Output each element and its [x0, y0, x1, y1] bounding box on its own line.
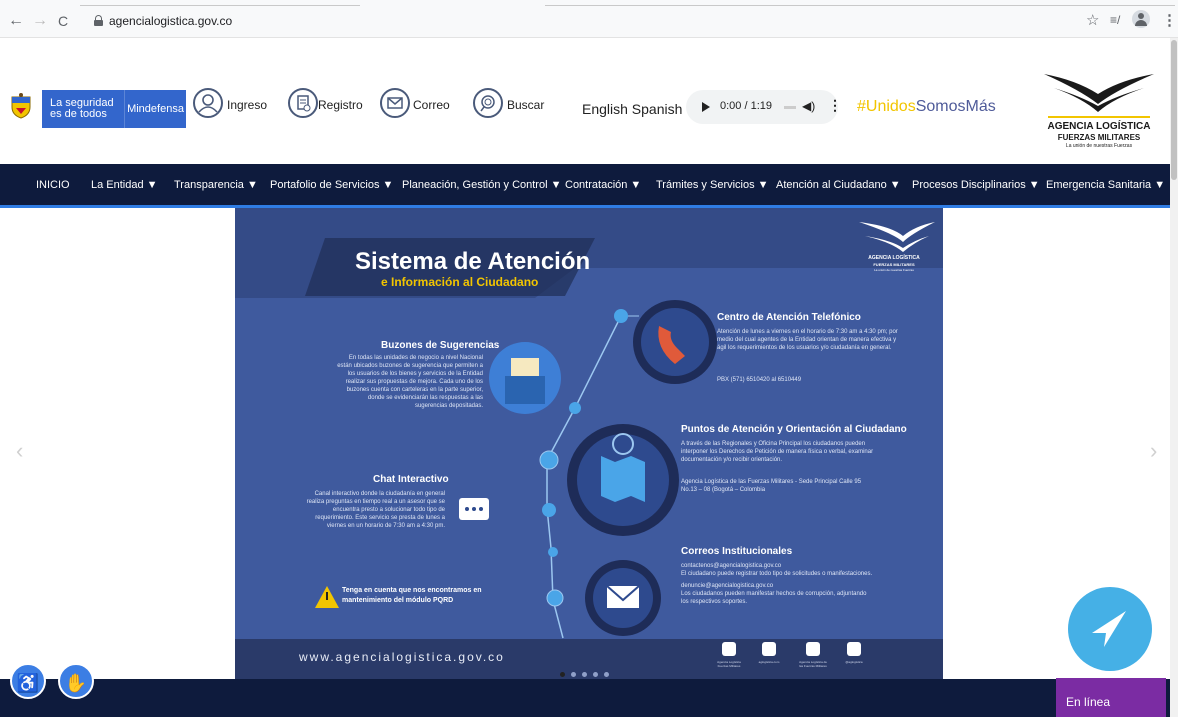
maintenance-warning: Tenga en cuenta que nos encontramos en m… — [342, 587, 482, 604]
wings-logo-icon — [1044, 74, 1154, 118]
twitter-icon — [722, 642, 736, 656]
nav-item-planeacion[interactable]: Planeación, Gestión y Control ▼ — [402, 179, 561, 191]
instagram-icon — [762, 642, 776, 656]
banner-subtitle: e Información al Ciudadano — [381, 275, 539, 289]
nav-item-la-entidad[interactable]: La Entidad ▼ — [91, 179, 158, 191]
send-arrow-icon — [1092, 611, 1126, 647]
social-label-4: @aglogistica — [845, 660, 863, 664]
tab-strip — [0, 0, 1178, 9]
nav-item-inicio[interactable]: INICIO — [36, 179, 70, 191]
logo-line1: AGENCIA LOGÍSTICA — [1047, 121, 1151, 132]
nav-item-disciplinarios[interactable]: Procesos Disciplinarios ▼ — [912, 179, 1040, 191]
gov-slogan-line2: es de todos — [50, 108, 107, 120]
reading-list-icon[interactable]: ≡/ — [1110, 13, 1120, 27]
buzones-title: Buzones de Sugerencias — [381, 340, 500, 351]
carousel-dot-3[interactable] — [582, 672, 587, 677]
buzones-text: En todas las unidades de negocio a nivel… — [337, 355, 483, 409]
puntos-title: Puntos de Atención y Orientación al Ciud… — [681, 424, 907, 435]
correos-line3: denuncie@agencialogistica.gov.co — [681, 583, 774, 589]
wheelchair-icon[interactable]: ♿ — [10, 663, 46, 699]
puntos-text: A través de las Regionales y Oficina Pri… — [681, 441, 874, 463]
bookmark-star-icon[interactable]: ☆ — [1086, 11, 1099, 29]
user-icon[interactable] — [193, 88, 223, 118]
carousel-dot-5[interactable] — [604, 672, 609, 677]
facebook-icon — [806, 642, 820, 656]
telefonico-phone: PBX (571) 6510420 al 6510449 — [717, 377, 802, 383]
chat-fab-button[interactable] — [1068, 587, 1152, 671]
url-text[interactable]: agencialogistica.gov.co — [109, 14, 232, 28]
carousel-prev-icon[interactable]: ‹ — [16, 438, 23, 464]
government-brand-badge[interactable]: La seguridad es de todos — [42, 90, 124, 128]
social-label-3: Agencia Logística de las Fuerzas Militar… — [799, 660, 827, 668]
footer-bar — [0, 679, 1178, 717]
search-icon[interactable] — [473, 88, 503, 118]
correos-title: Correos Institucionales — [681, 546, 793, 557]
logo-line3: La unión de nuestras Fuerzas — [1065, 143, 1133, 149]
hands-icon[interactable]: ✋ — [58, 663, 94, 699]
register-link[interactable]: Registro — [318, 98, 363, 112]
hero-carousel: ‹ › Sistema de Atención e Información al… — [0, 208, 1178, 679]
mindefensa-link[interactable]: Mindefensa — [124, 90, 186, 128]
correos-line4: Los ciudadanos pueden manifestar hechos … — [681, 591, 867, 605]
audio-time: 0:00 / 1:19 — [720, 100, 772, 112]
location-icon — [847, 642, 861, 656]
banner-logo-line1: AGENCIA LOGÍSTICA — [868, 255, 920, 261]
main-navigation: INICIO La Entidad ▼ Transparencia ▼ Port… — [0, 164, 1178, 208]
banner-logo-line2: FUERZAS MILITARES — [873, 262, 915, 267]
nav-item-transparencia[interactable]: Transparencia ▼ — [174, 179, 258, 191]
language-switcher[interactable]: English Spanish — [582, 101, 682, 117]
carousel-dot-1[interactable] — [560, 672, 565, 677]
carousel-slide-banner[interactable]: Sistema de Atención e Información al Ciu… — [235, 208, 943, 679]
carousel-next-icon[interactable]: › — [1150, 438, 1157, 464]
hashtag-blue: SomosMás — [915, 98, 996, 115]
puntos-address: Agencia Logística de las Fuerzas Militar… — [681, 479, 862, 493]
logo-line2: FUERZAS MILITARES — [1057, 133, 1141, 142]
carousel-dot-4[interactable] — [593, 672, 598, 677]
carousel-dot-2[interactable] — [571, 672, 576, 677]
back-icon[interactable]: ← — [8, 13, 24, 29]
mail-link[interactable]: Correo — [413, 98, 450, 112]
chat-text: Canal interactivo donde la ciudadanía en… — [306, 491, 445, 529]
campaign-hashtag: #UnidosSomosMás — [857, 98, 996, 116]
play-icon[interactable] — [702, 102, 710, 112]
colombia-coat-of-arms-icon — [11, 93, 31, 119]
banner-logo-line3: La unión de nuestras Fuerzas — [874, 268, 914, 272]
reload-icon[interactable]: C — [58, 13, 68, 29]
banner-title: Sistema de Atención — [355, 248, 591, 275]
hashtag-yellow: #Unidos — [857, 98, 916, 115]
correos-line2: El ciudadano puede registrar todo tipo d… — [681, 571, 873, 577]
chat-title: Chat Interactivo — [373, 474, 449, 485]
browser-toolbar: ← → C agencialogistica.gov.co ☆ ≡/ ⋮ — [0, 0, 1178, 38]
audio-more-icon[interactable]: ⋮ — [828, 97, 842, 114]
lock-icon — [94, 15, 103, 26]
nav-item-tramites[interactable]: Trámites y Servicios ▼ — [656, 179, 769, 191]
mail-icon[interactable] — [380, 88, 410, 118]
volume-icon[interactable]: ◀) — [802, 99, 815, 113]
nav-item-portafolio[interactable]: Portafolio de Servicios ▼ — [270, 179, 393, 191]
social-label-2: aglogistica.com — [758, 660, 780, 664]
banner-footer-url: www.agencialogistica.gov.co — [299, 650, 505, 664]
search-link[interactable]: Buscar — [507, 98, 544, 112]
agencia-logistica-logo[interactable]: AGENCIA LOGÍSTICA FUERZAS MILITARES La u… — [1040, 64, 1158, 156]
nav-item-emergencia[interactable]: Emergencia Sanitaria ▼ — [1046, 179, 1165, 191]
page-scrollbar-thumb[interactable] — [1171, 40, 1177, 180]
address-bar[interactable]: agencialogistica.gov.co — [88, 10, 1132, 32]
nav-item-atencion[interactable]: Atención al Ciudadano ▼ — [776, 179, 901, 191]
login-link[interactable]: Ingreso — [227, 98, 267, 112]
nav-item-contratacion[interactable]: Contratación ▼ — [565, 179, 641, 191]
telefonico-text: Atención de lunes a viernes en el horari… — [717, 329, 898, 351]
chat-status-button[interactable]: En línea — [1056, 678, 1166, 717]
correos-line1: contactenos@agencialogistica.gov.co — [681, 563, 782, 569]
forward-icon[interactable]: → — [32, 13, 48, 29]
audio-progress-track[interactable] — [784, 106, 796, 109]
profile-avatar[interactable] — [1132, 10, 1150, 28]
telefonico-title: Centro de Atención Telefónico — [717, 312, 861, 323]
registry-icon[interactable] — [288, 88, 318, 118]
social-label-1: Agencia Logística Fuerzas Militares — [717, 660, 741, 668]
audio-player[interactable]: 0:00 / 1:19 ◀) ⋮ — [686, 90, 842, 124]
browser-menu-icon[interactable]: ⋮ — [1162, 11, 1177, 29]
